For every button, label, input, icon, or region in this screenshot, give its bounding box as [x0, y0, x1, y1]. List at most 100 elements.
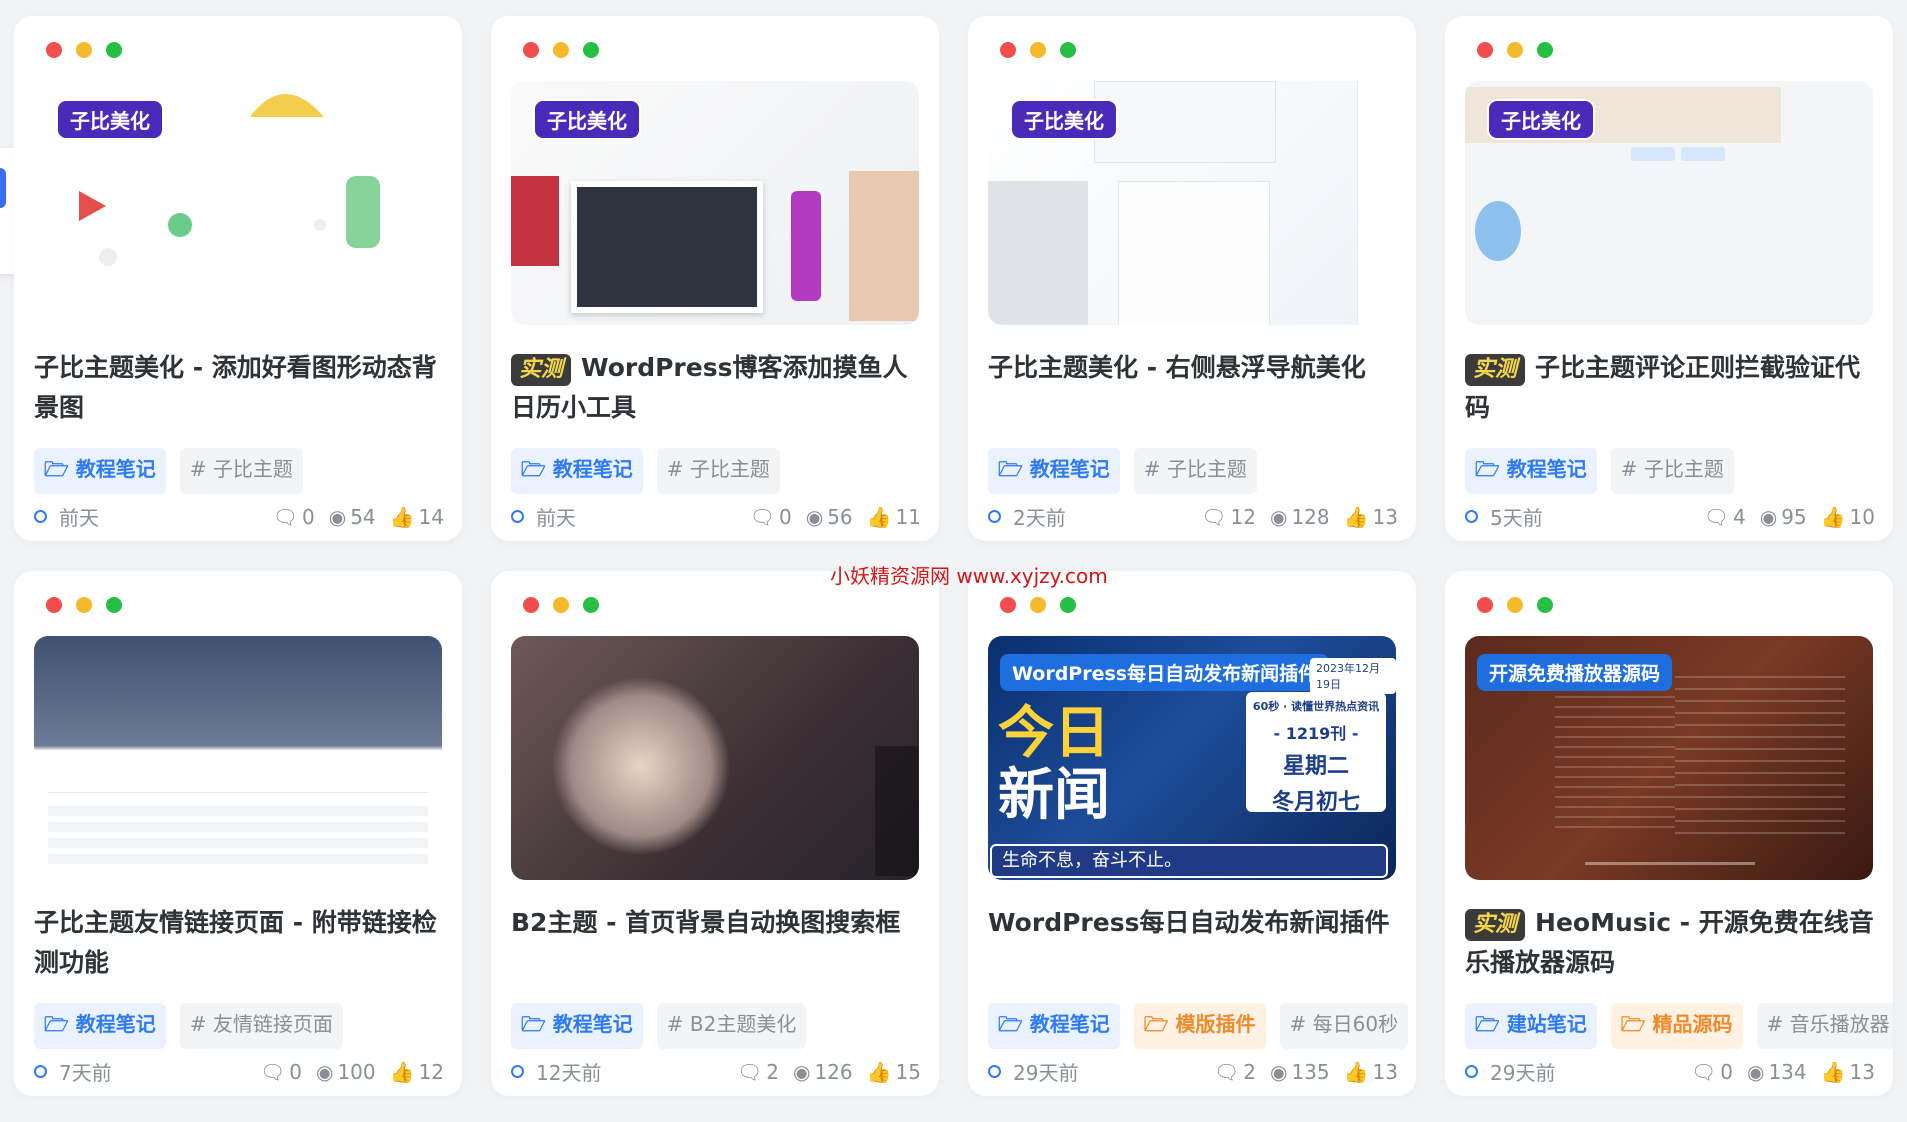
topic-tag[interactable]: # B2主题美化 — [656, 1003, 807, 1049]
tag-list: 🗁 教程笔记 🗁 模版插件 # 每日60秒 — [988, 1003, 1409, 1049]
post-thumbnail[interactable] — [34, 636, 442, 880]
time-dot-icon — [1465, 510, 1478, 523]
like-count[interactable]: 👍 13 — [1821, 1060, 1875, 1084]
like-count[interactable]: 👍 13 — [1344, 505, 1398, 529]
category-tag[interactable]: 🗁 教程笔记 — [511, 448, 643, 494]
issue-date: 2023年12月19日 — [1310, 658, 1396, 694]
post-title[interactable]: 实测 WordPress博客添加摸鱼人日历小工具 — [511, 348, 921, 428]
topic-tag[interactable]: # 子比主题 — [1610, 448, 1734, 494]
category-tag[interactable]: 🗁 教程笔记 — [511, 1003, 643, 1049]
post-title[interactable]: 子比主题友情链接页面 - 附带链接检测功能 — [34, 903, 444, 983]
topic-tag[interactable]: # 子比主题 — [179, 448, 303, 494]
eye-icon: ◉ — [1747, 1059, 1765, 1084]
category-tag[interactable]: 🗁 模版插件 — [1133, 1003, 1266, 1049]
category-tag[interactable]: 🗁 教程笔记 — [34, 448, 166, 494]
side-tab-indicator — [0, 168, 6, 208]
comment-icon: 🗨 — [1690, 1059, 1717, 1084]
topic-tag[interactable]: # 子比主题 — [1133, 448, 1257, 494]
post-thumbnail[interactable]: 子比美化 — [1465, 81, 1873, 325]
post-card[interactable]: B2主题 - 首页背景自动换图搜索框 🗁 教程笔记 # B2主题美化 12天前 … — [491, 571, 939, 1096]
post-card[interactable]: WordPress每日自动发布新闻插件 2023年12月19日 今日 新闻 60… — [968, 571, 1416, 1096]
post-meta: 前天 🗨 0 ◉ 54 👍 14 — [34, 502, 444, 531]
post-time: 5天前 — [1490, 506, 1543, 530]
issue-panel: 60秒 · 读懂世界热点资讯 - 1219刊 - 星期二 冬月初七 — [1246, 692, 1386, 815]
view-count: ◉ 135 — [1270, 1059, 1330, 1084]
comment-count: 🗨 0 — [259, 1059, 302, 1084]
like-count[interactable]: 👍 13 — [1344, 1060, 1398, 1084]
screenshot-preview — [1118, 181, 1270, 325]
post-card[interactable]: 子比美化 实测 子比主题评论正则拦截验证代码 🗁 教程笔记 # 子比主题 5天前 … — [1445, 16, 1893, 541]
post-title[interactable]: 实测 子比主题评论正则拦截验证代码 — [1465, 348, 1875, 428]
anime-art — [551, 676, 731, 856]
post-card[interactable]: 子比美化 子比主题美化 - 添加好看图形动态背景图 🗁 教程笔记 # 子比主题 … — [14, 16, 462, 541]
tag-list: 🗁 教程笔记 # 子比主题 — [34, 448, 303, 494]
thumbs-up-icon: 👍 — [1343, 504, 1369, 529]
post-title[interactable]: WordPress每日自动发布新闻插件 — [988, 903, 1398, 943]
window-dots — [46, 42, 122, 58]
post-thumbnail[interactable]: 子比美化 — [34, 81, 442, 325]
like-count[interactable]: 👍 15 — [867, 1060, 921, 1084]
post-meta: 29天前 🗨 0 ◉ 134 👍 13 — [1465, 1057, 1875, 1086]
comment-icon: 🗨 — [749, 504, 775, 529]
post-thumbnail[interactable]: 开源免费播放器源码 — [1465, 636, 1873, 880]
category-tag[interactable]: 🗁 教程笔记 — [988, 1003, 1120, 1049]
tag-list: 🗁 建站笔记 🗁 精品源码 # 音乐播放器 — [1465, 1003, 1893, 1049]
view-count: ◉ 134 — [1747, 1059, 1807, 1084]
news-heading: 新闻 — [998, 763, 1110, 828]
post-card[interactable]: 子比美化 子比主题美化 - 右侧悬浮导航美化 🗁 教程笔记 # 子比主题 2天前… — [968, 16, 1416, 541]
vip-strip — [791, 191, 821, 301]
topic-tag[interactable]: # 子比主题 — [656, 448, 780, 494]
floating-nav-preview — [1357, 81, 1396, 325]
category-badge: 子比美化 — [1487, 99, 1595, 140]
post-card[interactable]: 开源免费播放器源码 实测 HeoMusic - 开源免费在线音乐播放器源码 🗁 建… — [1445, 571, 1893, 1096]
decorative-shapes — [79, 94, 380, 266]
view-count: ◉ 100 — [316, 1059, 376, 1084]
eye-icon: ◉ — [793, 1059, 811, 1084]
post-card[interactable]: 子比美化 实测 WordPress博客添加摸鱼人日历小工具 🗁 教程笔记 # 子比… — [491, 16, 939, 541]
tested-badge: 实测 — [1465, 354, 1526, 386]
like-count[interactable]: 👍 11 — [867, 505, 921, 529]
category-tag[interactable]: 🗁 精品源码 — [1610, 1003, 1743, 1049]
tag-list: 🗁 教程笔记 # 子比主题 — [511, 448, 780, 494]
topic-tag[interactable]: # 每日60秒 — [1279, 1003, 1409, 1049]
time-dot-icon — [34, 1065, 47, 1078]
tested-badge: 实测 — [511, 354, 572, 386]
calendar-preview — [849, 171, 919, 321]
post-title[interactable]: 实测 HeoMusic - 开源免费在线音乐播放器源码 — [1465, 903, 1875, 983]
post-title[interactable]: 子比主题美化 - 添加好看图形动态背景图 — [34, 348, 444, 428]
topic-tag[interactable]: # 音乐播放器 — [1756, 1003, 1893, 1049]
post-thumbnail[interactable] — [511, 636, 919, 880]
post-title[interactable]: 子比主题美化 - 右侧悬浮导航美化 — [988, 348, 1398, 388]
post-time: 前天 — [59, 506, 99, 530]
post-thumbnail[interactable]: 子比美化 — [988, 81, 1396, 325]
post-thumbnail[interactable]: WordPress每日自动发布新闻插件 2023年12月19日 今日 新闻 60… — [988, 636, 1396, 880]
post-thumbnail[interactable]: 子比美化 — [511, 81, 919, 325]
thumbs-up-icon: 👍 — [1820, 1059, 1846, 1084]
post-time: 12天前 — [536, 1061, 602, 1085]
post-title[interactable]: B2主题 - 首页背景自动换图搜索框 — [511, 903, 921, 943]
lyrics-preview — [1675, 676, 1845, 836]
post-meta: 5天前 🗨 4 ◉ 95 👍 10 — [1465, 502, 1875, 531]
eye-icon: ◉ — [1270, 504, 1288, 529]
category-tag[interactable]: 🗁 教程笔记 — [34, 1003, 166, 1049]
window-dots — [46, 597, 122, 613]
window-dots — [1000, 597, 1076, 613]
category-tag[interactable]: 🗁 教程笔记 — [988, 448, 1120, 494]
post-card[interactable]: 子比主题友情链接页面 - 附带链接检测功能 🗁 教程笔记 # 友情链接页面 7天… — [14, 571, 462, 1096]
topic-tag[interactable]: # 友情链接页面 — [179, 1003, 343, 1049]
like-count[interactable]: 👍 10 — [1821, 505, 1875, 529]
category-tag[interactable]: 🗁 教程笔记 — [1465, 448, 1597, 494]
post-time: 7天前 — [59, 1061, 112, 1085]
time-dot-icon — [1465, 1065, 1478, 1078]
screenshot-preview — [988, 181, 1088, 325]
watermark-text: 小妖精资源网 www.xyjzy.com — [830, 564, 1108, 588]
category-badge: 子比美化 — [1010, 99, 1118, 140]
thumbs-up-icon: 👍 — [389, 504, 415, 529]
source-title-badge: 开源免费播放器源码 — [1477, 654, 1673, 691]
like-count[interactable]: 👍 14 — [390, 505, 444, 529]
comment-count: 🗨 12 — [1201, 504, 1256, 529]
like-count[interactable]: 👍 12 — [390, 1060, 444, 1084]
category-tag[interactable]: 🗁 建站笔记 — [1465, 1003, 1597, 1049]
tag-list: 🗁 教程笔记 # 子比主题 — [988, 448, 1257, 494]
thumbs-up-icon: 👍 — [866, 504, 892, 529]
